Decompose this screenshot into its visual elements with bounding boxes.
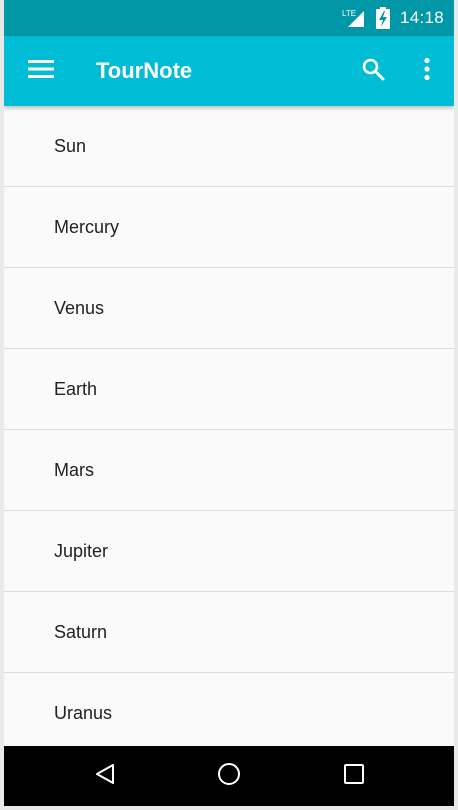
battery-charging-icon	[375, 7, 390, 29]
list-item-earth[interactable]: Earth	[4, 349, 454, 430]
list-item-label: Earth	[54, 378, 98, 399]
list-item-label: Sun	[54, 135, 87, 156]
list-item-label: Mars	[54, 459, 94, 480]
list-item-sun[interactable]: Sun	[4, 106, 454, 187]
overflow-menu-button[interactable]	[404, 48, 450, 94]
status-bar: LTE 14:18	[4, 0, 454, 36]
app-bar: TourNote	[4, 36, 454, 106]
signal-icon: LTE	[342, 7, 366, 29]
list-item-venus[interactable]: Venus	[4, 268, 454, 349]
list-item-jupiter[interactable]: Jupiter	[4, 511, 454, 592]
recents-button[interactable]	[331, 753, 377, 799]
status-icons: LTE 14:18	[342, 0, 444, 36]
navigation-bar	[4, 746, 454, 806]
list-item-label: Jupiter	[54, 540, 109, 561]
list-item-label: Saturn	[54, 621, 108, 642]
list-item-uranus[interactable]: Uranus	[4, 673, 454, 746]
recents-icon	[343, 763, 365, 789]
back-icon	[94, 763, 116, 789]
back-button[interactable]	[82, 753, 128, 799]
more-vert-icon	[423, 57, 431, 85]
home-icon	[217, 762, 241, 790]
status-time: 14:18	[399, 8, 444, 27]
menu-button[interactable]	[18, 48, 64, 94]
list-item-saturn[interactable]: Saturn	[4, 592, 454, 673]
list-item-mercury[interactable]: Mercury	[4, 187, 454, 268]
search-button[interactable]	[350, 48, 396, 94]
list-item-label: Venus	[54, 297, 105, 318]
list-item-label: Uranus	[54, 702, 113, 723]
list-item-mars[interactable]: Mars	[4, 430, 454, 511]
app-title: TourNote	[96, 58, 193, 83]
menu-icon	[28, 59, 54, 83]
list-item-label: Mercury	[54, 216, 120, 237]
phone-screen: LTE 14:18 TourNote Sun Mercury Venus Ear…	[4, 0, 454, 806]
planet-list: Sun Mercury Venus Earth Mars Jupiter Sat…	[4, 106, 454, 746]
home-button[interactable]	[206, 753, 252, 799]
network-label: LTE	[342, 9, 356, 18]
search-icon	[361, 57, 385, 85]
